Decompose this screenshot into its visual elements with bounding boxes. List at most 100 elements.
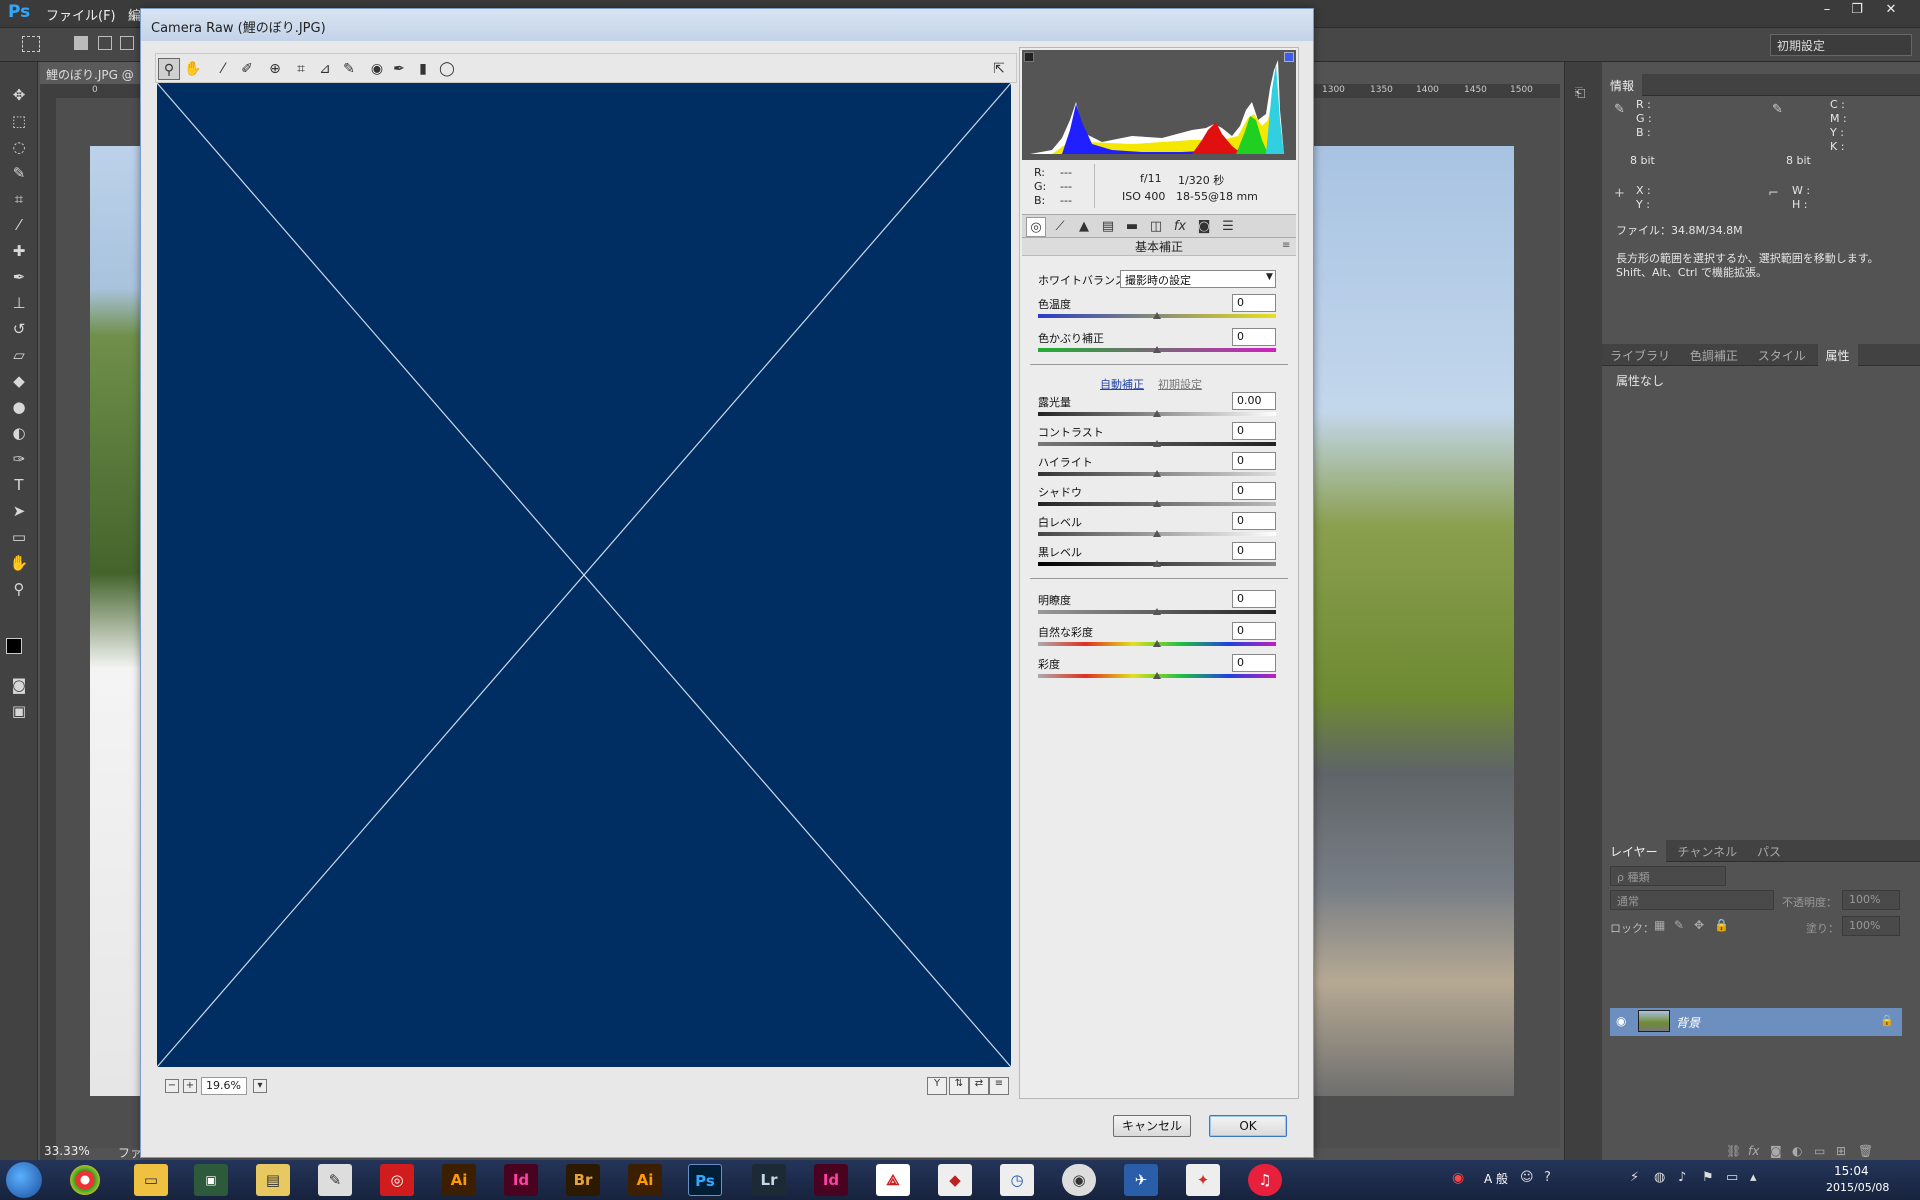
auto-correct-link[interactable]: 自動補正 xyxy=(1100,376,1144,392)
foreground-color-swatch[interactable] xyxy=(6,638,22,654)
new-layer-icon[interactable]: ⊞ xyxy=(1836,1144,1846,1158)
pen-tool-icon[interactable]: ✑ xyxy=(8,448,30,470)
fullscreen-toggle-icon[interactable]: ⇱ xyxy=(988,58,1010,80)
brush-tool-icon[interactable]: ✒ xyxy=(8,266,30,288)
subtract-selection-icon[interactable] xyxy=(120,36,134,50)
eyedropper-tool-icon[interactable]: ⁄ xyxy=(8,214,30,236)
healing-tool-icon[interactable]: ✚ xyxy=(8,240,30,262)
panel-menu-icon[interactable]: ≡ xyxy=(1282,240,1290,251)
crop-tool-icon[interactable]: ⌗ xyxy=(290,58,312,80)
tray-expand-icon[interactable]: ▴ xyxy=(1750,1170,1757,1185)
blur-tool-icon[interactable]: ● xyxy=(8,396,30,418)
minimize-icon[interactable]: – xyxy=(1816,2,1838,20)
slider-highlights-thumb[interactable] xyxy=(1153,470,1161,477)
clock-time[interactable]: 15:04 xyxy=(1834,1164,1869,1178)
new-selection-icon[interactable] xyxy=(74,36,88,50)
slider-tint-input[interactable]: 0 xyxy=(1232,328,1276,346)
slider-saturation-input[interactable]: 0 xyxy=(1232,654,1276,672)
slider-exposure-thumb[interactable] xyxy=(1153,410,1161,417)
hand-tool-icon[interactable]: ✋ xyxy=(182,58,204,80)
monitor-icon[interactable]: ▣ xyxy=(194,1164,228,1196)
basic-tab-icon[interactable]: ◎ xyxy=(1026,217,1046,237)
files-icon[interactable]: ▤ xyxy=(256,1164,290,1196)
app-icon[interactable]: ◆ xyxy=(938,1164,972,1196)
targeted-adjust-icon[interactable]: ⊕ xyxy=(264,58,286,80)
slider-saturation-thumb[interactable] xyxy=(1153,672,1161,679)
straighten-tool-icon[interactable]: ⊿ xyxy=(314,58,336,80)
network-icon[interactable]: ◍ xyxy=(1654,1170,1665,1185)
delete-layer-icon[interactable]: 🗑 xyxy=(1858,1144,1873,1158)
slider-temperature-input[interactable]: 0 xyxy=(1232,294,1276,312)
slider-exposure-input[interactable]: 0.00 xyxy=(1232,392,1276,410)
highlight-clipping-icon[interactable] xyxy=(1284,52,1294,62)
flag-icon[interactable]: ⚑ xyxy=(1702,1170,1714,1185)
slider-vibrance-thumb[interactable] xyxy=(1153,640,1161,647)
add-selection-icon[interactable] xyxy=(98,36,112,50)
adjustment-layer-icon[interactable]: ◐ xyxy=(1792,1144,1802,1158)
zoom-out-button[interactable]: − xyxy=(165,1079,179,1093)
tab-paths[interactable]: パス xyxy=(1749,840,1789,863)
app-icon[interactable]: ✦ xyxy=(1186,1164,1220,1196)
blend-mode-select[interactable]: 通常 xyxy=(1610,890,1774,910)
quick-mask-icon[interactable]: ◙ xyxy=(8,674,30,696)
lens-corrections-tab-icon[interactable]: ◫ xyxy=(1146,217,1166,237)
slider-temperature-thumb[interactable] xyxy=(1153,312,1161,319)
shadow-clipping-icon[interactable] xyxy=(1024,52,1034,62)
taskbar-app[interactable]: Lr xyxy=(752,1164,786,1196)
layer-filter-select[interactable]: ρ 種類 xyxy=(1610,866,1726,886)
new-group-icon[interactable]: ▭ xyxy=(1814,1144,1825,1158)
dodge-tool-icon[interactable]: ◐ xyxy=(8,422,30,444)
zoom-tool-icon[interactable]: ⚲ xyxy=(158,58,180,80)
zoom-tool-icon[interactable]: ⚲ xyxy=(8,578,30,600)
tab-layers[interactable]: レイヤー xyxy=(1602,840,1666,863)
slider-tint-thumb[interactable] xyxy=(1153,346,1161,353)
lock-all-icon[interactable]: 🔒 xyxy=(1714,918,1729,932)
taskbar-app[interactable]: Ai xyxy=(442,1164,476,1196)
visibility-eye-icon[interactable]: ◉ xyxy=(1616,1014,1626,1028)
before-after-icon[interactable]: Y xyxy=(927,1077,947,1095)
slider-contrast-thumb[interactable] xyxy=(1153,440,1161,447)
ok-button[interactable]: OK xyxy=(1209,1115,1287,1137)
detail-tab-icon[interactable]: ▲ xyxy=(1074,217,1094,237)
lock-brush-icon[interactable]: ✎ xyxy=(1674,918,1684,932)
notes-icon[interactable]: ✎ xyxy=(318,1164,352,1196)
taskbar-app[interactable]: Ai xyxy=(628,1164,662,1196)
taskbar-app[interactable]: Br xyxy=(566,1164,600,1196)
radial-filter-icon[interactable]: ◯ xyxy=(436,58,458,80)
chevron-down-icon[interactable]: ▼ xyxy=(1266,272,1273,282)
restore-icon[interactable]: ❐ xyxy=(1846,2,1868,20)
shape-tool-icon[interactable]: ▭ xyxy=(8,526,30,548)
help-icon[interactable]: ? xyxy=(1544,1170,1551,1185)
slider-whites-thumb[interactable] xyxy=(1153,530,1161,537)
tone-curve-tab-icon[interactable]: ⟋ xyxy=(1050,217,1070,237)
zoom-value[interactable]: 19.6% xyxy=(201,1077,247,1095)
taskbar-app[interactable]: Ps xyxy=(688,1164,722,1196)
volume-icon[interactable]: ♪ xyxy=(1678,1170,1686,1185)
opacity-input[interactable]: 100% xyxy=(1842,890,1900,910)
slider-clarity-thumb[interactable] xyxy=(1153,608,1161,615)
slider-shadows-thumb[interactable] xyxy=(1153,500,1161,507)
tab-styles[interactable]: スタイル xyxy=(1750,344,1814,367)
workspace-select[interactable]: 初期設定 xyxy=(1770,34,1912,56)
move-tool-icon[interactable]: ✥ xyxy=(8,84,30,106)
zoom-in-button[interactable]: + xyxy=(183,1079,197,1093)
spot-removal-icon[interactable]: ✎ xyxy=(338,58,360,80)
screen-mode-icon[interactable]: ▣ xyxy=(8,700,30,722)
type-tool-icon[interactable]: T xyxy=(8,474,30,496)
tab-libraries[interactable]: ライブラリ xyxy=(1602,344,1678,367)
cancel-button[interactable]: キャンセル xyxy=(1113,1115,1191,1137)
quick-select-tool-icon[interactable]: ✎ xyxy=(8,162,30,184)
crop-tool-icon[interactable]: ⌗ xyxy=(8,188,30,210)
eraser-tool-icon[interactable]: ▱ xyxy=(8,344,30,366)
lock-move-icon[interactable]: ✥ xyxy=(1694,918,1704,932)
hsl-tab-icon[interactable]: ▤ xyxy=(1098,217,1118,237)
stamp-tool-icon[interactable]: ⊥ xyxy=(8,292,30,314)
add-mask-icon[interactable]: ◙ xyxy=(1770,1144,1782,1158)
slider-highlights-input[interactable]: 0 xyxy=(1232,452,1276,470)
default-link[interactable]: 初期設定 xyxy=(1158,376,1202,392)
zoom-dropdown-icon[interactable]: ▾ xyxy=(253,1079,267,1093)
layer-style-icon[interactable]: fx xyxy=(1748,1144,1759,1158)
taskbar-app[interactable]: Id xyxy=(814,1164,848,1196)
paint-bucket-icon[interactable]: ◆ xyxy=(8,370,30,392)
redeye-tool-icon[interactable]: ◉ xyxy=(366,58,388,80)
